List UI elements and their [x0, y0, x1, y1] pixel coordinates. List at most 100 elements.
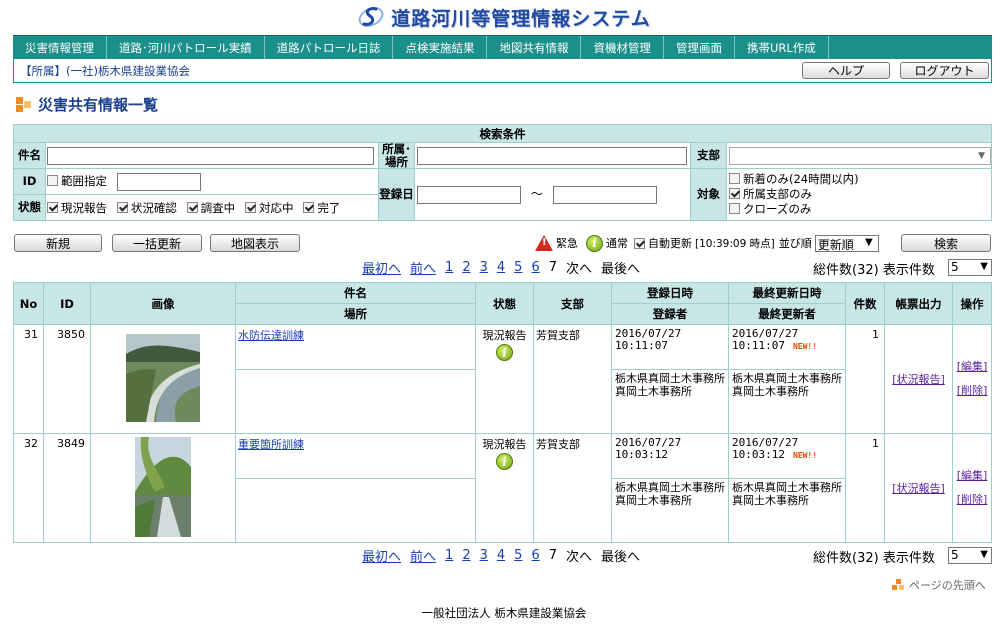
status-investigating-label: 調査中 [200, 200, 236, 215]
date-from-input[interactable] [417, 185, 521, 204]
nav-admin[interactable]: 管理画面 [664, 36, 735, 59]
pager-page-4[interactable]: 4 [497, 260, 505, 275]
per-page-label: 表示件数 [882, 551, 935, 566]
squares-icon [892, 579, 906, 591]
range-checkbox[interactable] [47, 175, 58, 186]
pager-page-1[interactable]: 1 [445, 548, 453, 563]
target-closed-label: クローズのみ [743, 202, 812, 216]
row-id: 3849 [43, 433, 91, 543]
range-separator: ～ [530, 187, 543, 202]
row-report-cell: [状況報告] [884, 324, 953, 434]
row-reg-datetime: 2016/07/27 10:03:12 [611, 433, 729, 479]
col-image: 画像 [90, 282, 236, 325]
status-confirm-checkbox[interactable] [116, 201, 128, 213]
pager-page-2[interactable]: 2 [462, 260, 470, 275]
status-report-checkbox[interactable] [47, 201, 58, 213]
nav-patrol-diary[interactable]: 道路パトロール日誌 [265, 36, 394, 59]
nav-map-shared[interactable]: 地図共有情報 [487, 36, 582, 59]
pager-page-3[interactable]: 3 [480, 260, 488, 275]
pager-page-2[interactable]: 2 [462, 548, 470, 563]
target-branch-label: 所属支部のみ [743, 187, 812, 201]
pager-page-5[interactable]: 5 [514, 260, 522, 275]
bulk-update-button[interactable]: 一括更新 [112, 234, 202, 252]
name-input[interactable] [47, 146, 374, 165]
per-page-value: 5 [951, 548, 959, 562]
main-nav: 災害情報管理 道路･河川パトロール実績 道路パトロール日誌 点検実施結果 地図共… [13, 35, 992, 59]
pager-page-3[interactable]: 3 [480, 548, 488, 563]
row-reg-time: 10:11:07 [615, 339, 668, 352]
chevron-down-icon: ▼ [980, 549, 988, 560]
col-upd-date: 最終更新日時 [728, 282, 846, 304]
pager-prev-link[interactable]: 前へ [410, 258, 436, 277]
report-link[interactable]: [状況報告] [892, 373, 945, 386]
title-squares-icon [16, 96, 32, 113]
branch-select[interactable]: ▼ [729, 146, 991, 165]
row-branch: 芳賀支部 [533, 433, 612, 543]
pager-page-6[interactable]: 6 [531, 260, 539, 275]
search-button[interactable]: 検索 [901, 234, 991, 252]
pager-page-6[interactable]: 6 [531, 548, 539, 563]
auto-update-checkbox[interactable] [634, 237, 645, 249]
nav-inspection-results[interactable]: 点検実施結果 [393, 36, 488, 59]
row-place [235, 478, 476, 543]
new-button[interactable]: 新規 [14, 234, 102, 252]
id-input[interactable] [116, 172, 201, 191]
map-view-button[interactable]: 地図表示 [210, 234, 300, 252]
pager-current: 7 [548, 548, 557, 563]
pager-last: 最後へ [601, 262, 641, 277]
office-label: 所属･場所 [378, 142, 415, 169]
footer: 一般社団法人 栃木県建設業協会 [421, 606, 587, 620]
row-upd-datetime: 2016/07/27 10:03:12 NEW!! [728, 433, 846, 479]
date-to-input[interactable] [552, 185, 657, 204]
pager-page-4[interactable]: 4 [497, 548, 505, 563]
status-done-checkbox[interactable] [303, 201, 315, 213]
target-closed-checkbox[interactable] [729, 203, 740, 214]
row-status-text: 現況報告 [482, 438, 527, 451]
col-updater: 最終更新者 [728, 303, 846, 325]
row-name-link[interactable]: 水防伝達訓練 [238, 329, 304, 342]
search-header: 検索条件 [13, 124, 992, 143]
target-new-checkbox[interactable] [729, 173, 740, 184]
delete-link[interactable]: [削除] [957, 384, 988, 397]
page-title-text: 災害共有情報一覧 [38, 96, 159, 114]
logout-button[interactable]: ログアウト [900, 62, 989, 79]
chevron-down-icon: ▼ [865, 236, 873, 248]
pager-first-link[interactable]: 最初へ [362, 258, 401, 277]
status-handling-checkbox[interactable] [244, 201, 256, 213]
status-investigating-checkbox[interactable] [186, 201, 198, 213]
sort-select[interactable]: 更新順 ▼ [814, 234, 879, 252]
auto-update-label: 自動更新 [648, 237, 692, 250]
col-status: 状態 [475, 282, 534, 325]
office-input[interactable] [417, 146, 687, 165]
pager-first-link[interactable]: 最初へ [362, 546, 401, 565]
row-image-cell [90, 324, 236, 434]
delete-link[interactable]: [削除] [957, 493, 988, 506]
nav-patrol-results[interactable]: 道路･河川パトロール実績 [107, 36, 265, 59]
help-button[interactable]: ヘルプ [802, 62, 890, 79]
nav-mobile-url[interactable]: 携帯URL作成 [735, 36, 829, 59]
col-reg-date: 登録日時 [611, 282, 729, 304]
per-page-select[interactable]: 5 ▼ [948, 547, 992, 564]
report-link[interactable]: [状況報告] [892, 482, 945, 495]
pager-page-1[interactable]: 1 [445, 260, 453, 275]
canal-photo-thumbnail[interactable] [135, 436, 191, 537]
nav-disaster-info[interactable]: 災害情報管理 [13, 36, 107, 59]
row-name-link[interactable]: 重要箇所訓練 [238, 438, 304, 451]
total-count-text: 総件数(32) [813, 551, 879, 566]
pager-prev-link[interactable]: 前へ [410, 546, 436, 565]
id-label: ID [13, 168, 46, 195]
affiliation-bar: 【所属】(一社)栃木県建設業協会 ヘルプ ログアウト [13, 59, 992, 83]
col-count: 件数 [845, 282, 885, 325]
target-branch-checkbox[interactable] [729, 188, 740, 199]
page-top-link[interactable]: ページの先頭へ [892, 577, 986, 593]
pager-page-5[interactable]: 5 [514, 548, 522, 563]
edit-link[interactable]: [編集] [957, 360, 988, 373]
per-page-value: 5 [951, 260, 959, 274]
row-count: 1 [845, 324, 885, 434]
edit-link[interactable]: [編集] [957, 469, 988, 482]
row-upd-datetime: 2016/07/27 10:11:07 NEW!! [728, 324, 846, 370]
per-page-select[interactable]: 5 ▼ [948, 259, 992, 276]
chevron-down-icon: ▼ [978, 150, 985, 161]
nav-materials[interactable]: 資機材管理 [581, 36, 664, 59]
river-photo-thumbnail[interactable] [126, 333, 200, 422]
